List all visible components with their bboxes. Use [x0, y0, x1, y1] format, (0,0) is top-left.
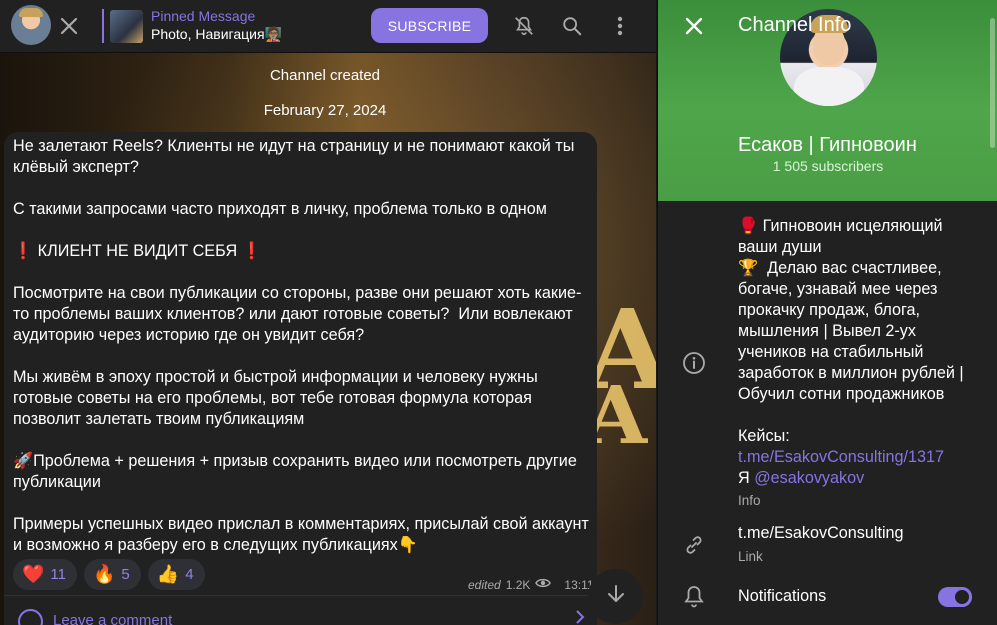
subscribe-button[interactable]: SUBSCRIBE: [371, 8, 488, 43]
message-paragraph: Примеры успешных видео прислал в коммент…: [13, 515, 594, 554]
panel-title: Channel Info: [738, 14, 852, 36]
leave-comment-link[interactable]: Leave a comment: [53, 612, 172, 625]
reaction-thumbs-up[interactable]: 👍 4: [147, 559, 205, 590]
heart-icon: ❤️: [22, 564, 45, 584]
message-paragraph: Не залетают Reels? Клиенты не идут на ст…: [13, 137, 579, 176]
thumbs-up-icon: 👍: [156, 564, 180, 584]
channel-avatar[interactable]: [11, 5, 51, 45]
pinned-thumbnail: [110, 9, 143, 43]
mute-bell-icon[interactable]: [510, 12, 538, 40]
reaction-count: 4: [185, 566, 194, 583]
notifications-label: Notifications: [738, 587, 827, 605]
views-count: 1.2K: [505, 577, 531, 592]
message-paragraph: Посмотрите на свои публикации со стороны…: [13, 284, 582, 344]
edited-label: edited: [468, 577, 501, 592]
chat-area: A A Pinned Message Photo, Навигация🧑🏽‍🏫 …: [0, 0, 656, 625]
reactions-row: ❤️ 11 🔥 5 👍 4: [13, 559, 205, 590]
comment-bar[interactable]: Leave a comment: [4, 595, 597, 625]
bell-icon: [680, 583, 708, 611]
chevron-right-icon: [575, 608, 585, 625]
more-vertical-icon[interactable]: [606, 12, 634, 40]
pinned-title: Pinned Message: [151, 8, 256, 24]
scroll-down-button[interactable]: [588, 569, 643, 624]
info-label: Info: [738, 493, 761, 508]
cases-link[interactable]: t.me/EsakovConsulting/1317: [738, 448, 944, 466]
description-line: 🏆 Делаю вас счастливее, богаче, узнавай …: [738, 259, 969, 403]
message-meta: edited 1.2K 13:11: [468, 577, 594, 592]
service-message-date: February 27, 2024: [263, 102, 387, 119]
username-link[interactable]: @esakovyakov: [754, 469, 864, 487]
notifications-toggle[interactable]: [938, 587, 972, 607]
close-icon[interactable]: [680, 12, 708, 40]
message-text: Не залетают Reels? Клиенты не идут на ст…: [13, 136, 593, 556]
scrollbar[interactable]: [990, 18, 995, 148]
channel-name: Есаков | Гипновоин: [738, 134, 917, 156]
service-message-created: Channel created: [269, 67, 381, 84]
pinned-subtitle: Photo, Навигация🧑🏽‍🏫: [151, 26, 282, 42]
arrow-down-icon: [607, 584, 625, 609]
eye-icon: [535, 577, 552, 592]
comment-avatar-icon: [18, 609, 43, 625]
chat-header: Pinned Message Photo, Навигация🧑🏽‍🏫 SUBS…: [0, 0, 656, 53]
info-circle-icon: [680, 349, 708, 377]
subscriber-count: 1 505 subscribers: [772, 158, 884, 174]
description-line: Кейсы:: [738, 427, 790, 445]
link-icon: [680, 531, 708, 559]
channel-info-panel: Channel Info Есаков | Гипновоин 1 505 su…: [657, 0, 997, 625]
reaction-heart[interactable]: ❤️ 11: [13, 559, 77, 590]
reaction-count: 5: [121, 566, 130, 583]
close-icon[interactable]: [55, 12, 83, 40]
pinned-indicator: [102, 9, 104, 43]
pinned-message[interactable]: Pinned Message Photo, Навигация🧑🏽‍🏫: [102, 8, 282, 44]
message-paragraph: Мы живём в эпоху простой и быстрой инфор…: [13, 368, 543, 428]
reaction-count: 11: [50, 566, 66, 583]
reaction-fire[interactable]: 🔥 5: [84, 559, 141, 590]
channel-link[interactable]: t.me/EsakovConsulting: [738, 524, 904, 543]
search-icon[interactable]: [558, 12, 586, 40]
link-label: Link: [738, 549, 763, 564]
fire-icon: 🔥: [93, 564, 116, 584]
message-paragraph: ❗ КЛИЕНТ НЕ ВИДИТ СЕБЯ ❗: [13, 242, 262, 260]
description-line: [738, 405, 986, 426]
info-header: Channel Info Есаков | Гипновоин 1 505 su…: [658, 0, 997, 201]
channel-description: 🥊 Гипновоин исцеляющий ваши души 🏆 Делаю…: [738, 216, 986, 489]
description-line: 🥊 Гипновоин исцеляющий ваши души: [738, 217, 948, 256]
message-paragraph: 🚀Проблема + решения + призыв сохранить в…: [13, 452, 582, 491]
me-prefix: Я: [738, 469, 750, 487]
message-paragraph: С такими запросами часто приходят в личк…: [13, 200, 547, 218]
